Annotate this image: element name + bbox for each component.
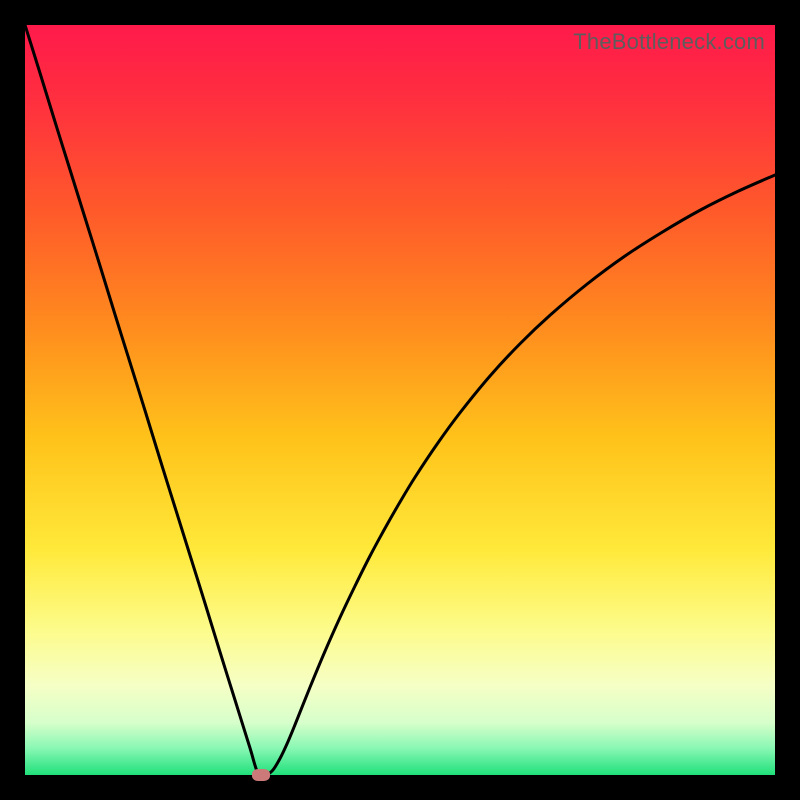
chart-frame: TheBottleneck.com — [25, 25, 775, 775]
optimum-marker — [252, 769, 270, 781]
chart-background — [25, 25, 775, 775]
chart-plot — [25, 25, 775, 775]
watermark-text: TheBottleneck.com — [573, 29, 765, 55]
